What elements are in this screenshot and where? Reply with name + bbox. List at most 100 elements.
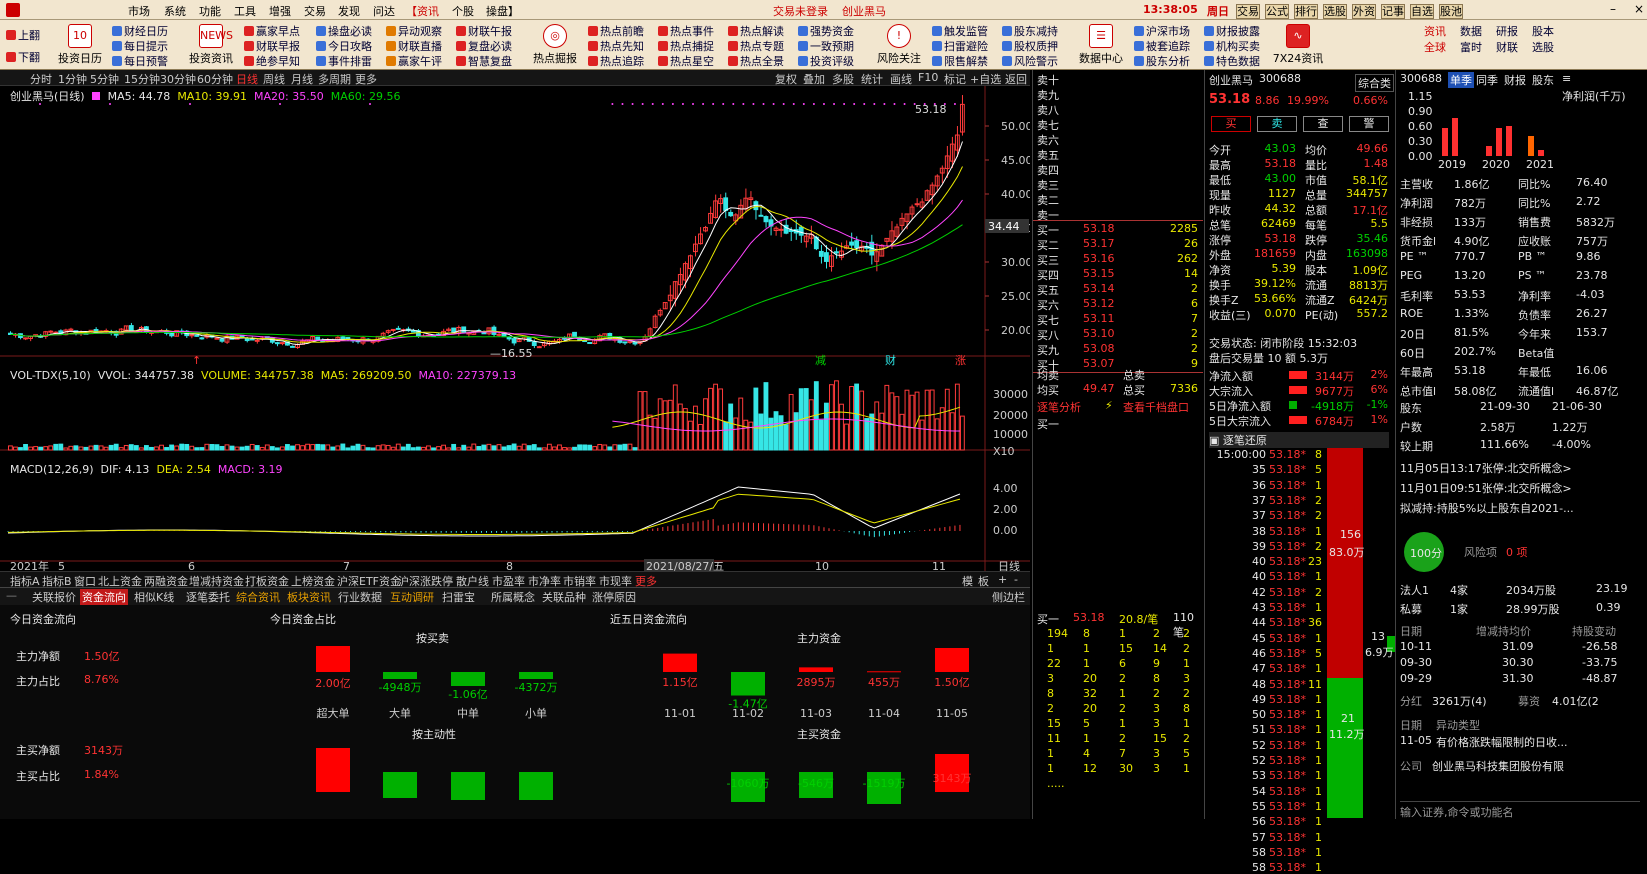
menu-item-stock[interactable]: 个股: [452, 3, 474, 19]
tool-back[interactable]: 返回: [1005, 71, 1027, 87]
trapped-link[interactable]: 被套追踪: [1134, 38, 1190, 54]
func-tab-similar[interactable]: 相似K线: [132, 589, 176, 605]
holder-analysis-link[interactable]: 股东分析: [1134, 53, 1190, 69]
quote-button-1[interactable]: 卖: [1257, 116, 1297, 132]
hot-interpret-link[interactable]: 热点解读: [728, 23, 784, 39]
grid-equity[interactable]: 股本: [1532, 23, 1554, 39]
menu-item-market[interactable]: 市场: [128, 3, 150, 19]
period-tab-60m[interactable]: 60分钟: [197, 71, 233, 87]
news-item[interactable]: 11月05日13:17张停:北交所概念>: [1400, 460, 1572, 476]
right-tab-3[interactable]: 股东: [1532, 72, 1554, 88]
tool-adjust[interactable]: 复权: [775, 71, 797, 87]
func-tab-variety[interactable]: 关联品种: [540, 589, 588, 605]
func-tab-related[interactable]: 关联报价: [30, 589, 78, 605]
grid-news[interactable]: 资讯: [1424, 23, 1446, 39]
institution-link[interactable]: 机构买卖: [1204, 38, 1260, 54]
kline-svg[interactable]: 50.0045.0040.0035.0030.0025.0020.0034.44…: [0, 86, 1033, 573]
right-tab-1[interactable]: 同季: [1476, 72, 1498, 88]
trigger-regulate-link[interactable]: 触发监管: [932, 23, 988, 39]
func-tab-news[interactable]: 综合资讯: [234, 589, 282, 605]
tool-overlay[interactable]: 叠加: [803, 71, 825, 87]
period-tab-multi[interactable]: 多周期: [318, 71, 351, 87]
ind-plus[interactable]: +: [996, 573, 1009, 586]
page-up-button[interactable]: 上翻: [6, 27, 40, 43]
search-input[interactable]: 输入证券,命令或功能名: [1400, 801, 1640, 820]
period-tab-intraday[interactable]: 分时: [30, 71, 52, 87]
depth-view-link[interactable]: 查看千档盘口: [1123, 399, 1189, 415]
news-item[interactable]: 11月01日09:51张停:北交所概念>: [1400, 480, 1572, 496]
func-tab-sector-news[interactable]: 板块资讯: [285, 589, 333, 605]
report-disclose-link[interactable]: 财报披露: [1204, 23, 1260, 39]
tool-draw[interactable]: 画线: [890, 71, 912, 87]
right-tab-0[interactable]: 单季: [1448, 72, 1474, 88]
event-mine-link[interactable]: 事件排雷: [316, 53, 372, 69]
grid-cls[interactable]: 财联: [1496, 39, 1518, 55]
calendar-button[interactable]: 10 投资日历: [58, 24, 102, 66]
tab-trade[interactable]: 交易: [1236, 4, 1260, 19]
unlock-link[interactable]: 限售解禁: [932, 53, 988, 69]
hot-preview-link[interactable]: 热点前瞻: [588, 23, 644, 39]
tab-select[interactable]: 选股: [1323, 4, 1347, 19]
tab-pool[interactable]: 股池: [1439, 4, 1463, 19]
func-tab-concept[interactable]: 所属概念: [489, 589, 537, 605]
menu-item-function[interactable]: 功能: [199, 3, 221, 19]
pledge-link[interactable]: 股权质押: [1002, 38, 1058, 54]
func-tab-industry[interactable]: 行业数据: [336, 589, 384, 605]
tab-rank[interactable]: 排行: [1294, 4, 1318, 19]
reduce-hold-link[interactable]: 股东减持: [1002, 23, 1058, 39]
finance-calendar-link[interactable]: 财经日历: [112, 23, 168, 39]
grid-pick[interactable]: 选股: [1532, 39, 1554, 55]
func-tab-mine[interactable]: 扫雷宝: [440, 589, 477, 605]
abnormal-watch-link[interactable]: 异动观察: [386, 23, 442, 39]
tool-multi[interactable]: 多股: [832, 71, 854, 87]
menu-item-wenda[interactable]: 问达: [373, 3, 395, 19]
tab-watchlist[interactable]: 自选: [1410, 4, 1434, 19]
period-tab-5m[interactable]: 5分钟: [90, 71, 119, 87]
hot-star-link[interactable]: 热点星空: [658, 53, 714, 69]
hot-event-link[interactable]: 热点事件: [658, 23, 714, 39]
menu-item-trade[interactable]: 交易: [304, 3, 326, 19]
hot-prophet-link[interactable]: 热点先知: [588, 38, 644, 54]
hot-track-link[interactable]: 热点追踪: [588, 53, 644, 69]
func-tab-limit-reason[interactable]: 涨停原因: [590, 589, 638, 605]
tool-mark[interactable]: 标记: [944, 71, 966, 87]
menu-item-tools[interactable]: 工具: [234, 3, 256, 19]
special-data-link[interactable]: 特色数据: [1204, 53, 1260, 69]
risk-alert-link[interactable]: 风险警示: [1002, 53, 1058, 69]
today-strategy-link[interactable]: 今日攻略: [316, 38, 372, 54]
collapse-icon[interactable]: —: [4, 589, 19, 602]
invest-news-button[interactable]: NEWS 投资资讯: [188, 24, 234, 66]
noon-report-link[interactable]: 财联午报: [456, 23, 512, 39]
right-tab-2[interactable]: 财报: [1504, 72, 1526, 88]
market-link[interactable]: 沪深市场: [1134, 23, 1190, 39]
period-tab-daily[interactable]: 日线: [236, 71, 258, 87]
tab-formula[interactable]: 公式: [1265, 4, 1289, 19]
quote-button-0[interactable]: 买: [1211, 116, 1251, 132]
news-7x24-button[interactable]: ∿ 7X24资讯: [1272, 24, 1324, 66]
func-tab-capital-flow[interactable]: 资金流向: [80, 589, 128, 605]
period-tab-30m[interactable]: 30分钟: [160, 71, 196, 87]
caillian-morning-link[interactable]: 财联早报: [244, 38, 300, 54]
must-read-link[interactable]: 操盘必读: [316, 23, 372, 39]
grid-research[interactable]: 研报: [1496, 23, 1518, 39]
smart-review-link[interactable]: 智慧复盘: [456, 53, 512, 69]
tool-add-watch[interactable]: +自选: [970, 71, 1001, 87]
hot-capture-link[interactable]: 热点捕捉: [658, 38, 714, 54]
period-tab-15m[interactable]: 15分钟: [124, 71, 160, 87]
period-tab-monthly[interactable]: 月线: [291, 71, 313, 87]
tool-stats[interactable]: 统计: [861, 71, 883, 87]
menu-item-system[interactable]: 系统: [164, 3, 186, 19]
period-tab-more[interactable]: 更多: [355, 71, 377, 87]
consensus-link[interactable]: 一致预期: [798, 38, 854, 54]
period-tab-1m[interactable]: 1分钟: [58, 71, 87, 87]
mine-avoid-link[interactable]: 扫雷避险: [932, 38, 988, 54]
morning-brief-link[interactable]: 赢家早点: [244, 23, 300, 39]
hot-report-button[interactable]: ◎ 热点掘报: [532, 24, 578, 66]
grid-global[interactable]: 全球: [1424, 39, 1446, 55]
tick-analysis-link[interactable]: 逐笔分析: [1037, 399, 1081, 415]
daily-warning-link[interactable]: 每日预警: [112, 53, 168, 69]
page-down-button[interactable]: 下翻: [6, 49, 40, 65]
tab-foreign[interactable]: 外资: [1352, 4, 1376, 19]
menu-item-news[interactable]: 【资讯: [406, 3, 439, 19]
window-close-icon[interactable]: ×: [1634, 2, 1644, 16]
